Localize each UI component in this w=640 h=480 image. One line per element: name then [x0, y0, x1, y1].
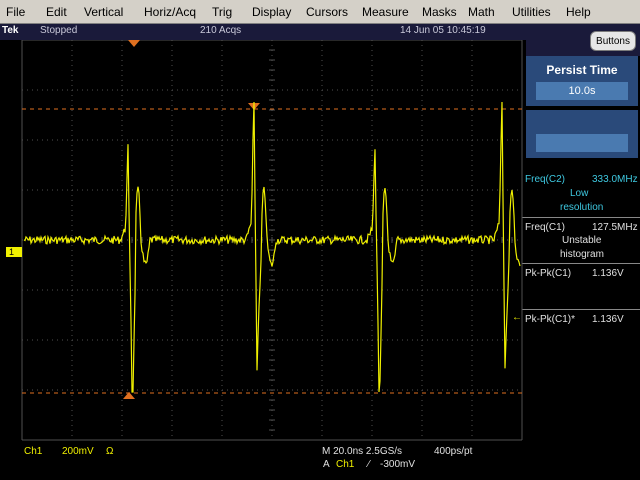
- menu-masks[interactable]: Masks: [422, 4, 457, 20]
- tek-logo: Tek: [2, 25, 19, 36]
- menu-math[interactable]: Math: [468, 4, 495, 20]
- menu-trig[interactable]: Trig: [212, 4, 232, 20]
- meas-pkpk-c1-star-value: 1.136V: [592, 314, 624, 325]
- sample-interval: 400ps/pt: [434, 446, 473, 457]
- meas-pkpk-c1-value: 1.136V: [592, 268, 624, 279]
- persist-time-title: Persist Time: [546, 63, 618, 77]
- meas-freq-c1-label: Freq(C1): [525, 222, 566, 233]
- meas-divider: [522, 217, 640, 218]
- status-bar: Tek Stopped 210 Acqs 14 Jun 05 10:45:19: [0, 24, 526, 40]
- meas-freq-c2-value: 333.0MHz: [592, 174, 638, 185]
- menu-help[interactable]: Help: [566, 4, 591, 20]
- menu-horiz-acq[interactable]: Horiz/Acq: [144, 4, 196, 20]
- persist-time-panel[interactable]: Persist Time 10.0s: [526, 56, 638, 106]
- trigger-level[interactable]: -300mV: [380, 459, 415, 470]
- meas-divider: [522, 309, 640, 310]
- meas-freq-c2-note2: resolution: [560, 202, 604, 213]
- acquisition-state: Stopped: [40, 25, 78, 36]
- meas-freq-c1-note1: Unstable: [562, 235, 602, 246]
- acquisition-count: 210 Acqs: [200, 25, 242, 36]
- waveform-display[interactable]: 1: [0, 40, 526, 442]
- meas-freq-c2-note1: Low: [570, 188, 589, 199]
- vertical-scale[interactable]: 200mV: [62, 446, 94, 457]
- menu-measure[interactable]: Measure: [362, 4, 409, 20]
- meas-freq-c2-label: Freq(C2): [525, 174, 566, 185]
- menu-edit[interactable]: Edit: [46, 4, 67, 20]
- menu-utilities[interactable]: Utilities: [512, 4, 551, 20]
- trigger-channel[interactable]: Ch1: [336, 459, 354, 470]
- meas-pkpk-c1-star-label: Pk-Pk(C1)*: [525, 314, 576, 325]
- buttons-button[interactable]: Buttons: [590, 31, 636, 51]
- trigger-slope-icon: ⁄: [368, 459, 370, 470]
- meas-pkpk-c1-label: Pk-Pk(C1): [525, 268, 572, 279]
- trigger-source-prefix: A: [323, 459, 330, 470]
- trigger-position-marker[interactable]: [128, 40, 140, 47]
- date-time: 14 Jun 05 10:45:19: [400, 25, 486, 36]
- menu-bar: File Edit Vertical Horiz/Acq Trig Displa…: [0, 0, 640, 24]
- menu-cursors[interactable]: Cursors: [306, 4, 348, 20]
- persist-time-value[interactable]: 10.0s: [536, 82, 628, 100]
- channel-label[interactable]: Ch1: [24, 446, 42, 457]
- timebase[interactable]: M 20.0ns 2.5GS/s: [322, 446, 402, 457]
- empty-control-panel[interactable]: [526, 110, 638, 158]
- empty-control-field[interactable]: [536, 134, 628, 152]
- cursor-marker-lower[interactable]: [123, 392, 135, 399]
- impedance-icon: Ω: [106, 446, 114, 457]
- menu-file[interactable]: File: [6, 4, 25, 20]
- menu-display[interactable]: Display: [252, 4, 291, 20]
- meas-freq-c1-value: 127.5MHz: [592, 222, 638, 233]
- meas-divider: [522, 263, 640, 264]
- channel-1-marker-label: 1: [9, 247, 14, 257]
- meas-freq-c1-note2: histogram: [560, 249, 604, 260]
- menu-vertical[interactable]: Vertical: [84, 4, 123, 20]
